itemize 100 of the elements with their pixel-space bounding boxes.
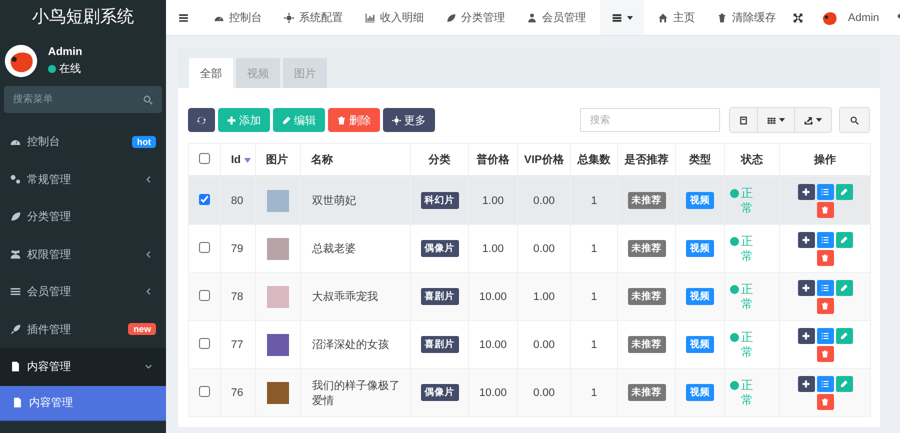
plus-icon — [802, 236, 810, 244]
table-cell: 1.00 — [482, 242, 504, 254]
more-menu-button[interactable] — [600, 0, 644, 35]
type-label: 视频 — [686, 384, 714, 401]
search-field[interactable]: 搜索 — [580, 108, 720, 132]
nav-link[interactable]: 收入明细 — [354, 10, 435, 25]
more-button[interactable]: 更多 — [383, 108, 435, 132]
edit-button[interactable] — [836, 280, 852, 296]
menu-item[interactable]: 常规管理 — [0, 160, 166, 198]
edit-button[interactable] — [836, 376, 852, 392]
table-cell: 10.00 — [479, 290, 507, 302]
list-icon — [821, 380, 829, 388]
add-button[interactable] — [798, 280, 814, 296]
menu-item[interactable]: 权限管理 — [0, 236, 166, 273]
refresh-button[interactable] — [188, 108, 215, 132]
columns-button[interactable] — [757, 108, 794, 132]
photo-placeholder — [267, 382, 289, 404]
nav-link[interactable]: 清除缓存 — [706, 10, 787, 25]
select-all-checkbox[interactable] — [199, 152, 210, 164]
table-cell: 我们的样子像极了爱情 — [312, 380, 400, 406]
table-cell: 1 — [590, 242, 598, 254]
row-checkbox[interactable] — [199, 338, 210, 348]
table-cell: 1 — [590, 290, 598, 302]
row-checkbox[interactable] — [199, 242, 210, 252]
status-dot-icon — [730, 284, 739, 294]
nav-link[interactable]: 控制台 — [203, 10, 273, 25]
trash-icon — [821, 254, 829, 262]
recommend-label: 未推荐 — [628, 288, 666, 305]
status-text: 正常 — [741, 378, 753, 408]
pencil-icon — [840, 284, 848, 292]
caret-icon — [816, 118, 822, 122]
column-header[interactable]: 图片 — [266, 154, 288, 166]
nav-link[interactable]: 系统配置 — [273, 10, 354, 25]
table-cell: 1.00 — [482, 194, 504, 206]
photo-placeholder — [267, 190, 289, 212]
row-checkbox[interactable] — [199, 194, 210, 204]
edit-button[interactable] — [836, 328, 852, 344]
user-menu[interactable]: Admin — [817, 8, 892, 26]
pencil-icon — [840, 236, 848, 244]
pencil-icon — [282, 116, 291, 124]
type-label: 视频 — [686, 240, 714, 257]
recommend-label: 未推荐 — [628, 192, 666, 209]
table-cell: 10.00 — [479, 338, 507, 350]
menu-item[interactable]: 内容管理 — [0, 348, 166, 386]
nav-link[interactable]: 主页 — [647, 10, 706, 25]
table-cell: 77 — [231, 338, 244, 350]
plus-icon — [802, 332, 810, 340]
table-cell: 1 — [590, 194, 598, 206]
online-status: 在线 — [48, 61, 82, 76]
search-icon — [850, 116, 859, 124]
edit-button[interactable] — [836, 232, 852, 248]
column-header[interactable]: 类型 — [689, 154, 711, 166]
table-cell: 0.00 — [533, 242, 555, 254]
column-header[interactable]: 分类 — [428, 154, 450, 166]
table-cell: 大叔乖乖宠我 — [312, 291, 378, 303]
type-label: 视频 — [686, 192, 714, 209]
status-text: 正常 — [741, 186, 753, 216]
status-text: 正常 — [741, 330, 753, 360]
recommend-label: 未推荐 — [628, 384, 666, 401]
column-header[interactable]: 状态 — [741, 154, 763, 166]
menu-item[interactable]: 会员管理 — [0, 273, 166, 310]
list-icon — [821, 236, 829, 244]
bird-avatar-icon — [4, 44, 38, 78]
menu-item[interactable]: 分类管理 — [0, 198, 166, 236]
add-button[interactable] — [798, 328, 814, 344]
fullscreen-icon[interactable] — [793, 12, 803, 22]
row-checkbox[interactable] — [199, 290, 210, 300]
row-checkbox[interactable] — [199, 386, 210, 396]
add-button[interactable] — [798, 376, 814, 392]
list-icon — [821, 188, 829, 196]
nav-link[interactable]: 会员管理 — [516, 10, 597, 25]
pencil-icon — [840, 332, 848, 340]
column-header[interactable]: Id — [231, 154, 241, 166]
category-label: 科幻片 — [420, 192, 458, 209]
search-button[interactable] — [839, 107, 870, 133]
table-cell: 0.00 — [533, 194, 555, 206]
status-text: 正常 — [741, 234, 753, 264]
menu-item[interactable]: 插件管理 new — [0, 310, 166, 348]
menu-search-field[interactable]: 搜索菜单 — [4, 86, 162, 113]
tab[interactable]: 全部 — [189, 58, 233, 88]
menu-item[interactable]: 控制台 hot — [0, 123, 166, 160]
menu-badge: new — [128, 323, 156, 336]
nav-link[interactable]: 分类管理 — [435, 10, 516, 25]
submenu-item[interactable]: 内容管理 — [0, 386, 166, 420]
caret-icon — [627, 16, 633, 20]
category-label: 偶像片 — [420, 384, 458, 401]
trash-icon — [821, 398, 829, 406]
toggle-view-button[interactable] — [730, 108, 757, 132]
column-header[interactable]: 操作 — [814, 154, 836, 166]
add-button[interactable] — [798, 232, 814, 248]
table-cell: 80 — [231, 194, 244, 206]
status-dot-icon — [730, 332, 739, 342]
column-header[interactable]: 名称 — [311, 154, 333, 166]
list-icon — [821, 284, 829, 292]
status-dot-icon — [730, 188, 739, 198]
edit-button[interactable] — [836, 184, 852, 200]
add-button[interactable] — [798, 184, 814, 200]
export-button[interactable] — [794, 108, 831, 132]
table-cell: 双世萌妃 — [312, 195, 356, 207]
photo-placeholder — [267, 238, 289, 260]
